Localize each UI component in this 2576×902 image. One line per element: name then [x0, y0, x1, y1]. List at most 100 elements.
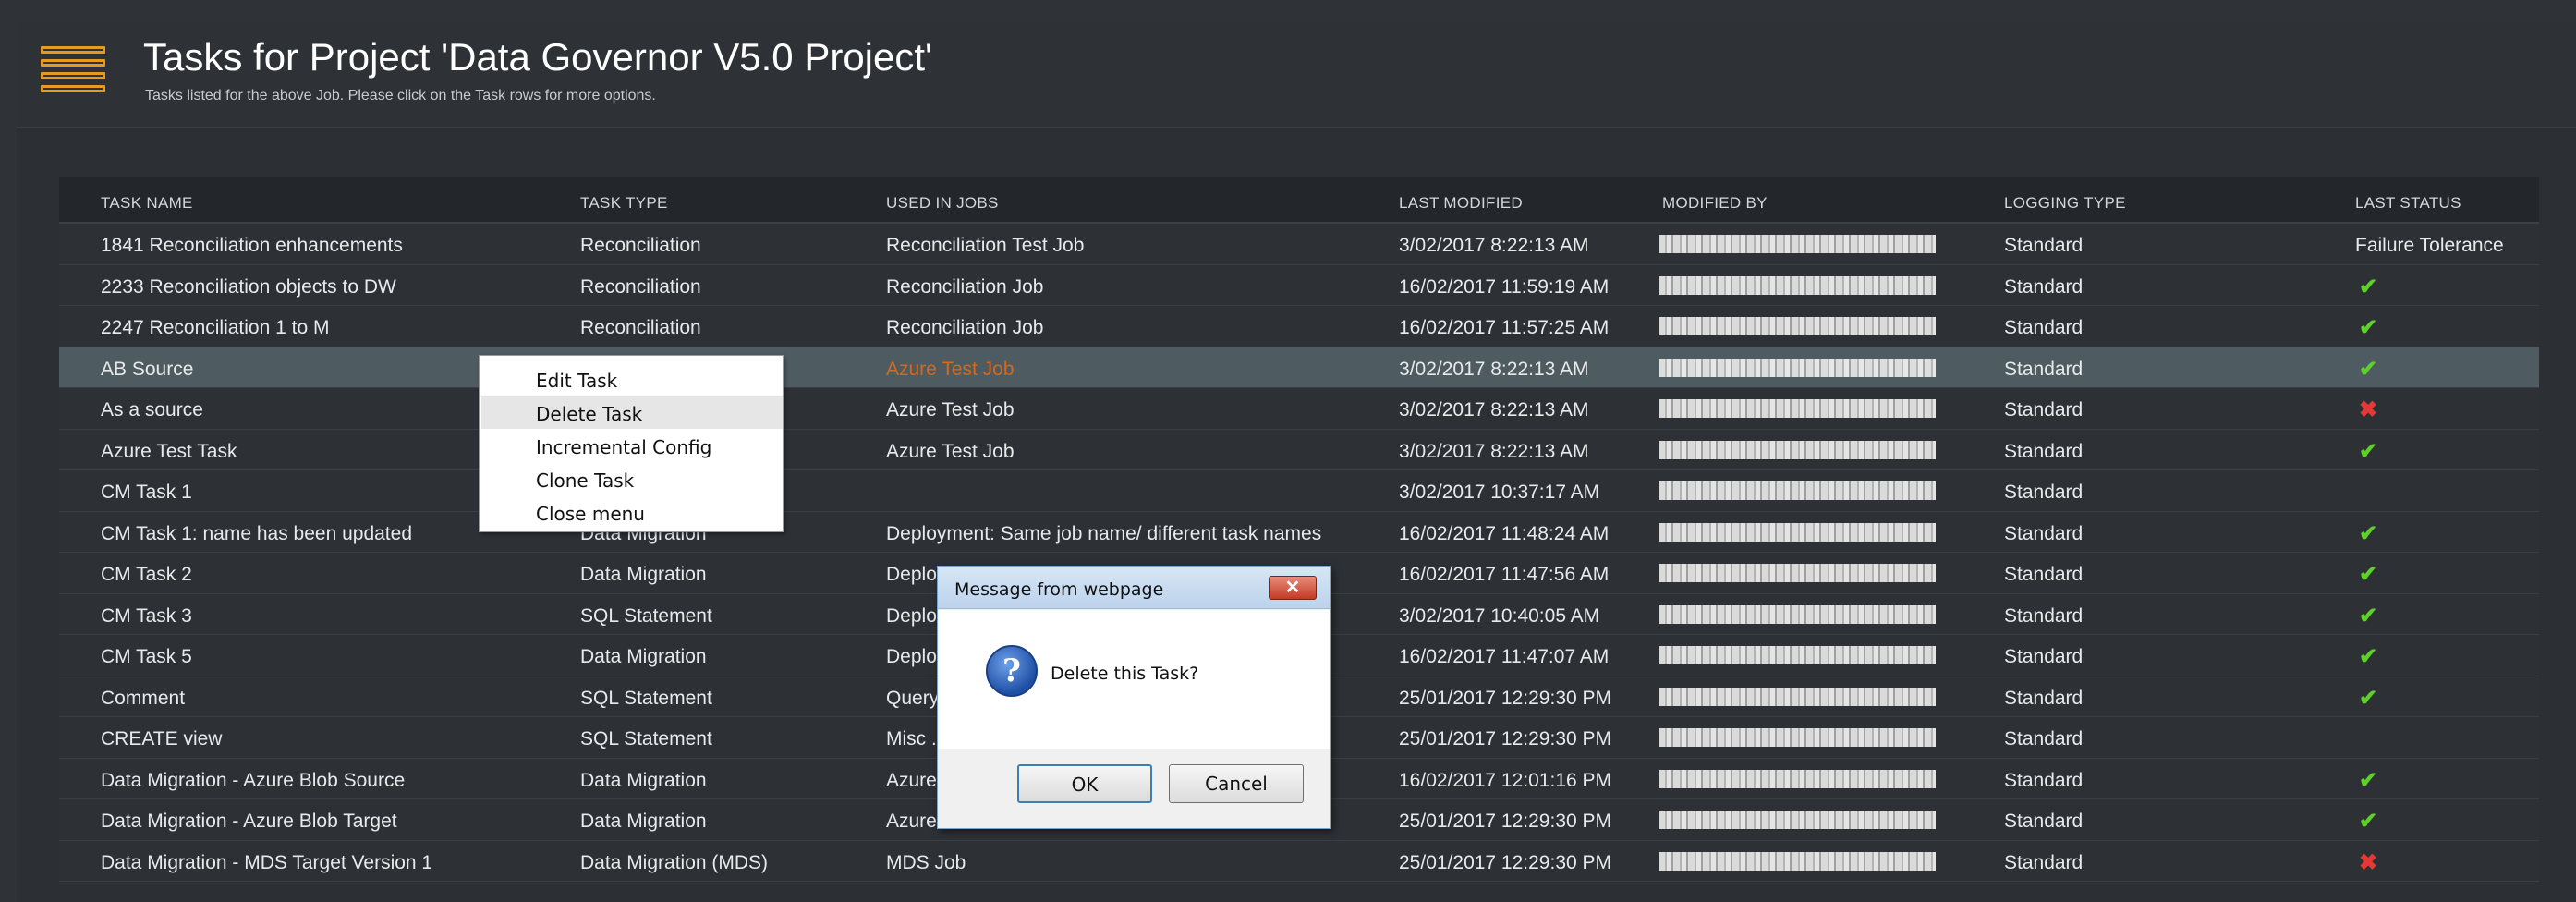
last-modified-cell: 3/02/2017 8:22:13 AM [1399, 399, 1589, 421]
logging-type-cell: Standard [2004, 481, 2084, 503]
menu-item-delete-task[interactable]: Delete Task [481, 396, 783, 429]
menu-item-clone-task[interactable]: Clone Task [481, 463, 783, 495]
used-in-jobs-cell: Deplo [886, 564, 937, 585]
task-name-cell: 1841 Reconciliation enhancements [101, 235, 403, 256]
table-header-row: TASK NAME TASK TYPE USED IN JOBS LAST MO… [59, 177, 2539, 224]
logging-type-cell: Standard [2004, 646, 2084, 667]
check-icon: ✔ [2359, 644, 2378, 669]
used-in-jobs-cell: Deployment: Same job name/ different tas… [886, 522, 1322, 544]
task-name-cell: AB Source [101, 358, 194, 380]
logging-type-cell: Standard [2004, 851, 2084, 873]
modified-by-redacted [1659, 235, 1936, 253]
dialog-body: ? Delete this Task? [938, 610, 1330, 749]
logging-type-cell: Standard [2004, 604, 2084, 627]
logging-type-cell: Standard [2004, 811, 2084, 832]
last-modified-cell: 3/02/2017 8:22:13 AM [1399, 235, 1589, 256]
task-name-cell: Azure Test Task [101, 440, 237, 462]
column-header-modified-by: MODIFIED BY [1662, 194, 1768, 212]
hamburger-menu-icon[interactable] [41, 46, 105, 92]
modified-by-redacted [1659, 399, 1936, 418]
last-modified-cell: 25/01/2017 12:29:30 PM [1399, 687, 1612, 709]
table-row[interactable]: AB Source Azure Test Job 3/02/2017 8:22:13… [59, 347, 2539, 388]
used-in-jobs-cell: Reconciliation Test Job [886, 235, 1085, 256]
used-in-jobs-cell: Reconciliation Job [886, 317, 1044, 338]
close-icon[interactable]: ✕ [1269, 576, 1317, 600]
column-header-task-name: TASK NAME [101, 194, 193, 212]
used-in-jobs-cell: Azure [886, 811, 937, 832]
check-icon: ✔ [2359, 315, 2378, 340]
question-icon: ? [986, 645, 1038, 697]
modified-by-redacted [1659, 358, 1936, 377]
last-modified-cell: 3/02/2017 8:22:13 AM [1399, 358, 1589, 380]
logging-type-cell: Standard [2004, 687, 2084, 709]
menu-item-edit-task[interactable]: Edit Task [481, 363, 783, 396]
task-name-cell: As a source [101, 399, 203, 421]
modified-by-redacted [1659, 481, 1936, 500]
logging-type-cell: Standard [2004, 440, 2084, 462]
menu-item-incremental-config[interactable]: Incremental Config [481, 430, 783, 462]
table-row[interactable]: CM Task 1: name has been updated Data Mig… [59, 511, 2539, 553]
logging-type-cell: Standard [2004, 564, 2084, 585]
column-header-task-type: TASK TYPE [580, 194, 668, 212]
cross-icon: ✖ [2359, 397, 2378, 422]
check-icon: ✔ [2359, 274, 2378, 299]
modified-by-redacted [1659, 769, 1936, 788]
cancel-button[interactable]: Cancel [1169, 764, 1304, 803]
menu-item-close-menu[interactable]: Close menu [481, 496, 783, 529]
used-in-jobs-cell: Query [886, 687, 940, 709]
check-icon: ✔ [2359, 685, 2378, 711]
task-type-cell: SQL Statement [580, 687, 712, 709]
last-modified-cell: 25/01/2017 12:29:30 PM [1399, 811, 1612, 832]
task-name-cell: CM Task 3 [101, 604, 192, 627]
last-modified-cell: 3/02/2017 10:40:05 AM [1399, 604, 1600, 627]
modified-by-redacted [1659, 275, 1936, 295]
dialog-titlebar[interactable]: Message from webpage ✕ [938, 567, 1330, 609]
used-in-jobs-cell: Azure Test Job [886, 358, 1015, 380]
last-modified-cell: 16/02/2017 11:47:56 AM [1399, 564, 1610, 585]
last-modified-cell: 16/02/2017 11:59:19 AM [1399, 275, 1610, 298]
modified-by-redacted [1659, 564, 1936, 582]
last-modified-cell: 3/02/2017 10:37:17 AM [1399, 481, 1600, 503]
task-type-cell: Data Migration [580, 811, 707, 832]
task-name-cell: CM Task 1 [101, 481, 192, 503]
table-row[interactable]: 2233 Reconciliation objects to DW Reconci… [59, 264, 2539, 306]
used-in-jobs-cell: Misc . [886, 728, 937, 750]
last-modified-cell: 25/01/2017 12:29:30 PM [1399, 728, 1612, 750]
modified-by-redacted [1659, 317, 1936, 335]
check-icon: ✔ [2359, 767, 2378, 793]
modified-by-redacted [1659, 440, 1936, 459]
confirm-dialog: Message from webpage ✕ ? Delete this Tas… [937, 566, 1331, 829]
check-icon: ✔ [2359, 438, 2378, 464]
used-in-jobs-cell: Azure Test Job [886, 440, 1015, 462]
check-icon: ✔ [2359, 562, 2378, 587]
table-row[interactable]: Data Migration - MDS Target Version 1 Dat… [59, 840, 2539, 882]
logging-type-cell: Standard [2004, 728, 2084, 750]
table-row[interactable]: CM Task 1 3/02/2017 10:37:17 AM Standard [59, 470, 2539, 512]
task-name-cell: CM Task 5 [101, 646, 192, 667]
page-subtitle: Tasks listed for the above Job. Please c… [145, 88, 656, 104]
table-row[interactable]: Azure Test Task Azure Test Job 3/02/2017 8… [59, 429, 2539, 470]
task-type-cell: Reconciliation [580, 235, 701, 256]
ok-button[interactable]: OK [1017, 764, 1152, 803]
task-type-cell: Reconciliation [580, 317, 701, 338]
table-row[interactable]: 1841 Reconciliation enhancements Reconcil… [59, 224, 2539, 265]
task-name-cell: CM Task 2 [101, 564, 192, 585]
dialog-title: Message from webpage [954, 579, 1164, 600]
table-row[interactable]: As a source Azure Test Job 3/02/2017 8:22:… [59, 388, 2539, 430]
dialog-message: Delete this Task? [1051, 664, 1199, 684]
table-row[interactable]: 2247 Reconciliation 1 to M Reconciliation… [59, 306, 2539, 347]
column-header-used-in-jobs: USED IN JOBS [886, 194, 999, 212]
logging-type-cell: Standard [2004, 769, 2084, 791]
task-type-cell: SQL Statement [580, 728, 712, 750]
task-type-cell: Data Migration (MDS) [580, 851, 769, 873]
page-title: Tasks for Project 'Data Governor V5.0 Pr… [143, 35, 933, 79]
task-name-cell: CM Task 1: name has been updated [101, 522, 412, 544]
check-icon: ✔ [2359, 809, 2378, 834]
column-header-last-modified: LAST MODIFIED [1399, 194, 1523, 212]
column-header-logging-type: LOGGING TYPE [2004, 194, 2126, 212]
check-icon: ✔ [2359, 520, 2378, 546]
task-context-menu: Edit Task Delete Task Incremental Config… [479, 355, 784, 532]
used-in-jobs-cell: Azure Test Job [886, 399, 1015, 421]
used-in-jobs-cell: MDS Job [886, 851, 966, 873]
last-modified-cell: 16/02/2017 12:01:16 PM [1399, 769, 1612, 791]
